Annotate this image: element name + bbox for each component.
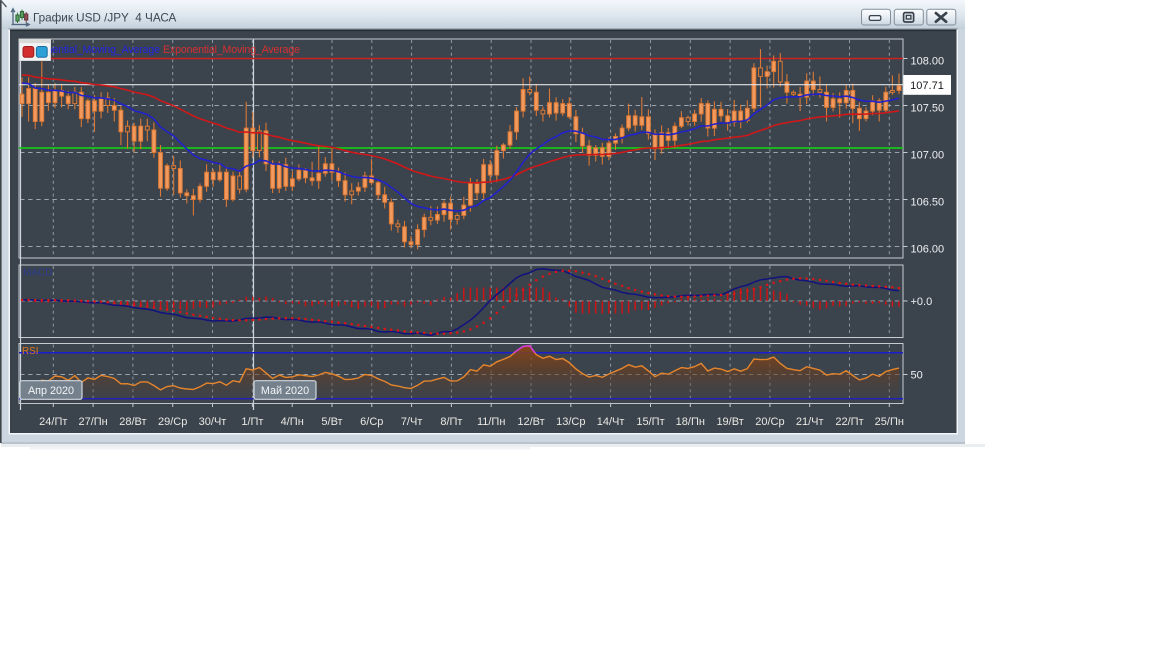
svg-text:MACD: MACD — [23, 268, 52, 279]
svg-text:Май 2020: Май 2020 — [261, 385, 309, 397]
svg-text:15/Пт: 15/Пт — [636, 416, 664, 428]
svg-text:50: 50 — [911, 370, 923, 382]
svg-text:8/Пт: 8/Пт — [440, 416, 462, 428]
svg-text:107.50: 107.50 — [911, 102, 945, 114]
svg-text:6/Ср: 6/Ср — [360, 416, 383, 428]
svg-text:24/Пт: 24/Пт — [39, 416, 67, 428]
svg-text:22/Пт: 22/Пт — [835, 416, 863, 428]
svg-text:107.71: 107.71 — [910, 80, 944, 92]
svg-text:20/Ср: 20/Ср — [755, 416, 784, 428]
svg-text:RSI: RSI — [22, 346, 38, 357]
svg-text:12/Вт: 12/Вт — [517, 416, 544, 428]
svg-text:18/Пн: 18/Пн — [676, 416, 705, 428]
svg-text:Exponential_Moving_Average: Exponential_Moving_Average — [163, 44, 300, 56]
svg-text:28/Вт: 28/Вт — [119, 416, 146, 428]
svg-text:Апр 2020: Апр 2020 — [28, 385, 74, 397]
svg-text:14/Чт: 14/Чт — [597, 416, 625, 428]
svg-text:7/Чт: 7/Чт — [401, 416, 423, 428]
svg-text:25/Пн: 25/Пн — [875, 416, 904, 428]
svg-text:106.50: 106.50 — [911, 196, 945, 208]
svg-text:30/Чт: 30/Чт — [199, 416, 227, 428]
svg-text:График USD /JPY 4 ЧАСА: График USD /JPY 4 ЧАСА — [33, 12, 177, 25]
svg-text:21/Чт: 21/Чт — [796, 416, 824, 428]
svg-text:108.00: 108.00 — [911, 55, 945, 67]
svg-text:+0.0: +0.0 — [911, 296, 933, 308]
svg-text:29/Ср: 29/Ср — [158, 416, 187, 428]
svg-text:1/Пт: 1/Пт — [241, 416, 263, 428]
svg-text:5/Вт: 5/Вт — [321, 416, 342, 428]
svg-text:11/Пн: 11/Пн — [477, 416, 505, 428]
svg-text:106.00: 106.00 — [911, 243, 945, 255]
svg-text:4/Пн: 4/Пн — [281, 416, 304, 428]
svg-text:107.00: 107.00 — [911, 149, 945, 161]
svg-text:13/Ср: 13/Ср — [556, 416, 585, 428]
svg-text:19/Вт: 19/Вт — [716, 416, 743, 428]
svg-text:27/Пн: 27/Пн — [78, 416, 107, 428]
